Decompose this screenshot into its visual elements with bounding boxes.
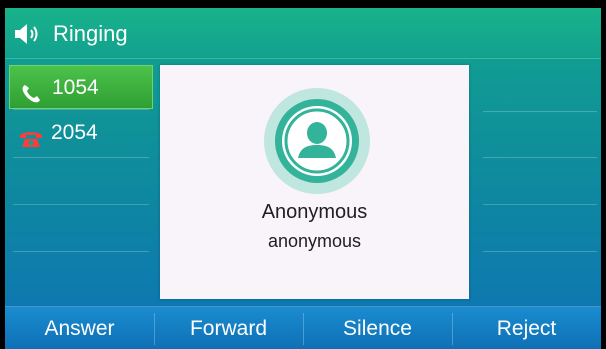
right-line-keys bbox=[479, 65, 601, 297]
call-state-title: Ringing bbox=[53, 21, 128, 46]
line-key-empty[interactable] bbox=[9, 206, 153, 250]
line-keys: 1054 2054 bbox=[9, 65, 153, 297]
caller-card: Anonymous anonymous bbox=[160, 65, 469, 299]
status-header: Ringing bbox=[5, 8, 601, 59]
user-avatar-icon bbox=[282, 106, 352, 176]
line-label: 2054 bbox=[51, 121, 98, 144]
caller-name: Anonymous bbox=[261, 201, 368, 223]
line-key-1054[interactable]: 1054 bbox=[9, 65, 153, 109]
softkey-bar: Answer Forward Silence Reject bbox=[5, 306, 601, 349]
forward-button[interactable]: Forward bbox=[154, 307, 303, 349]
line-key-empty[interactable] bbox=[9, 159, 153, 203]
line-key-empty[interactable] bbox=[9, 253, 153, 297]
avatar bbox=[264, 88, 370, 194]
caller-number: anonymous bbox=[267, 231, 362, 251]
reject-button[interactable]: Reject bbox=[452, 307, 601, 349]
desk-phone-icon bbox=[19, 122, 43, 147]
line-label: 1054 bbox=[52, 76, 99, 99]
phone-handset-icon bbox=[20, 77, 44, 103]
answer-button[interactable]: Answer bbox=[5, 307, 154, 349]
line-key-2054[interactable]: 2054 bbox=[9, 111, 153, 155]
silence-button[interactable]: Silence bbox=[303, 307, 452, 349]
speaker-volume-icon bbox=[13, 23, 43, 45]
phone-screen: Ringing 1054 2054 Anonymous anonymous An… bbox=[5, 8, 601, 349]
